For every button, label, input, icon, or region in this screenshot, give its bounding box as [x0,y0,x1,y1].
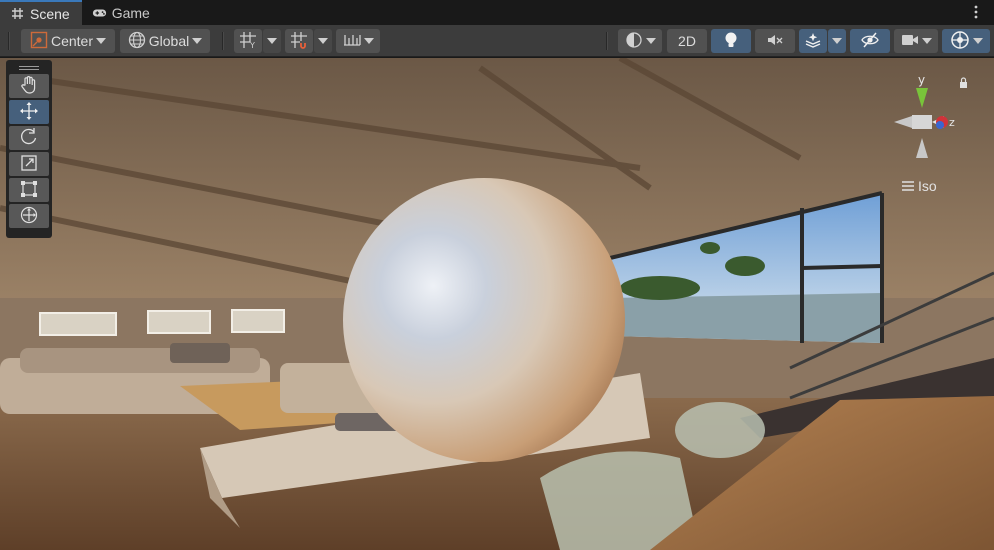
tab-bar: Scene Game [0,0,994,25]
pivot-rotation-label: Global [148,33,190,49]
shaded-sphere-icon [625,31,643,52]
rect-tool[interactable] [9,178,49,202]
ruler-icon [343,31,361,52]
grid-hash-icon [10,6,25,21]
tab-scene-label: Scene [30,5,70,22]
scene-visibility-button[interactable] [850,29,890,53]
pivot-rotation-dropdown[interactable]: Global [120,29,210,53]
gizmo-center-cube [912,115,932,129]
tool-palette [6,60,52,238]
camera-icon [901,33,919,50]
tab-game[interactable]: Game [82,0,162,25]
scale-icon [19,153,39,176]
chevron-down-icon [832,38,842,44]
gizmo-globe-icon [950,30,970,53]
gizmo-y-label: y [918,73,925,87]
grid-y-icon: Y [239,31,257,52]
globe-icon [128,31,146,52]
scene-effects-button[interactable] [799,29,827,53]
rotate-tool[interactable] [9,126,49,150]
chevron-down-icon [96,38,107,44]
neg-x-axis-cone-icon [894,116,912,128]
y-axis-cone-icon [916,88,928,108]
chevron-down-icon [192,38,203,44]
scene-lighting-button[interactable] [711,29,751,53]
rotate-icon [19,127,39,150]
chevron-down-icon [318,38,328,44]
eye-slash-icon [860,31,880,52]
gamepad-icon [92,5,107,20]
chevron-down-icon [267,38,277,44]
neg-y-axis-cone-icon [916,138,928,158]
move-tool[interactable] [9,100,49,124]
mode-2d-label: 2D [678,33,696,49]
orientation-gizmo[interactable]: y z [888,70,968,170]
transform-icon [19,205,39,228]
grid-visibility-button[interactable]: Y [234,29,262,53]
projection-toggle[interactable]: Iso [902,178,937,194]
grid-snap-icon [290,31,308,52]
rect-transform-icon [19,179,39,202]
scene-camera-dropdown[interactable] [894,29,938,53]
menu-lines-icon [902,178,914,194]
scene-viewport[interactable] [0,58,994,550]
scale-tool[interactable] [9,152,49,176]
chevron-down-icon [645,38,656,44]
pivot-center-icon [30,31,48,52]
chevron-down-icon [972,38,983,44]
move-arrows-icon [19,101,39,124]
scene-effects-dropdown[interactable] [828,29,846,53]
hand-tool[interactable] [9,74,49,98]
toolbar-separator [606,32,608,50]
sphere-object [343,178,625,462]
scene-audio-button[interactable] [755,29,795,53]
draw-mode-dropdown[interactable] [618,29,662,53]
speaker-mute-icon [766,31,784,52]
tab-scene[interactable]: Scene [0,0,82,25]
toolbar-grip [8,32,10,50]
scene-toolbar: Center Global Y 2D [0,25,994,57]
gizmo-z-label: z [949,116,955,129]
svg-text:Y: Y [249,41,255,49]
lightbulb-icon [723,31,739,52]
grid-snapping-button[interactable] [285,29,313,53]
hand-icon [19,75,39,98]
chevron-down-icon [363,38,374,44]
kebab-menu-icon[interactable] [968,4,984,20]
transform-tool[interactable] [9,204,49,228]
grid-visibility-dropdown[interactable] [263,29,281,53]
tab-game-label: Game [111,4,150,21]
pivot-mode-dropdown[interactable]: Center [21,29,115,53]
scene-render [0,58,994,550]
palette-grip[interactable] [19,66,39,70]
gizmos-dropdown[interactable] [942,29,990,53]
chevron-down-icon [921,38,932,44]
grid-snapping-dropdown[interactable] [314,29,332,53]
z-axis-ball-icon [936,121,944,129]
increment-snap-dropdown[interactable] [336,29,380,53]
mode-2d-button[interactable]: 2D [667,29,707,53]
lock-icon [960,77,967,88]
toolbar-separator [222,32,224,50]
layers-sparkle-icon [804,31,822,52]
pivot-mode-label: Center [50,33,94,49]
projection-label: Iso [918,178,937,194]
